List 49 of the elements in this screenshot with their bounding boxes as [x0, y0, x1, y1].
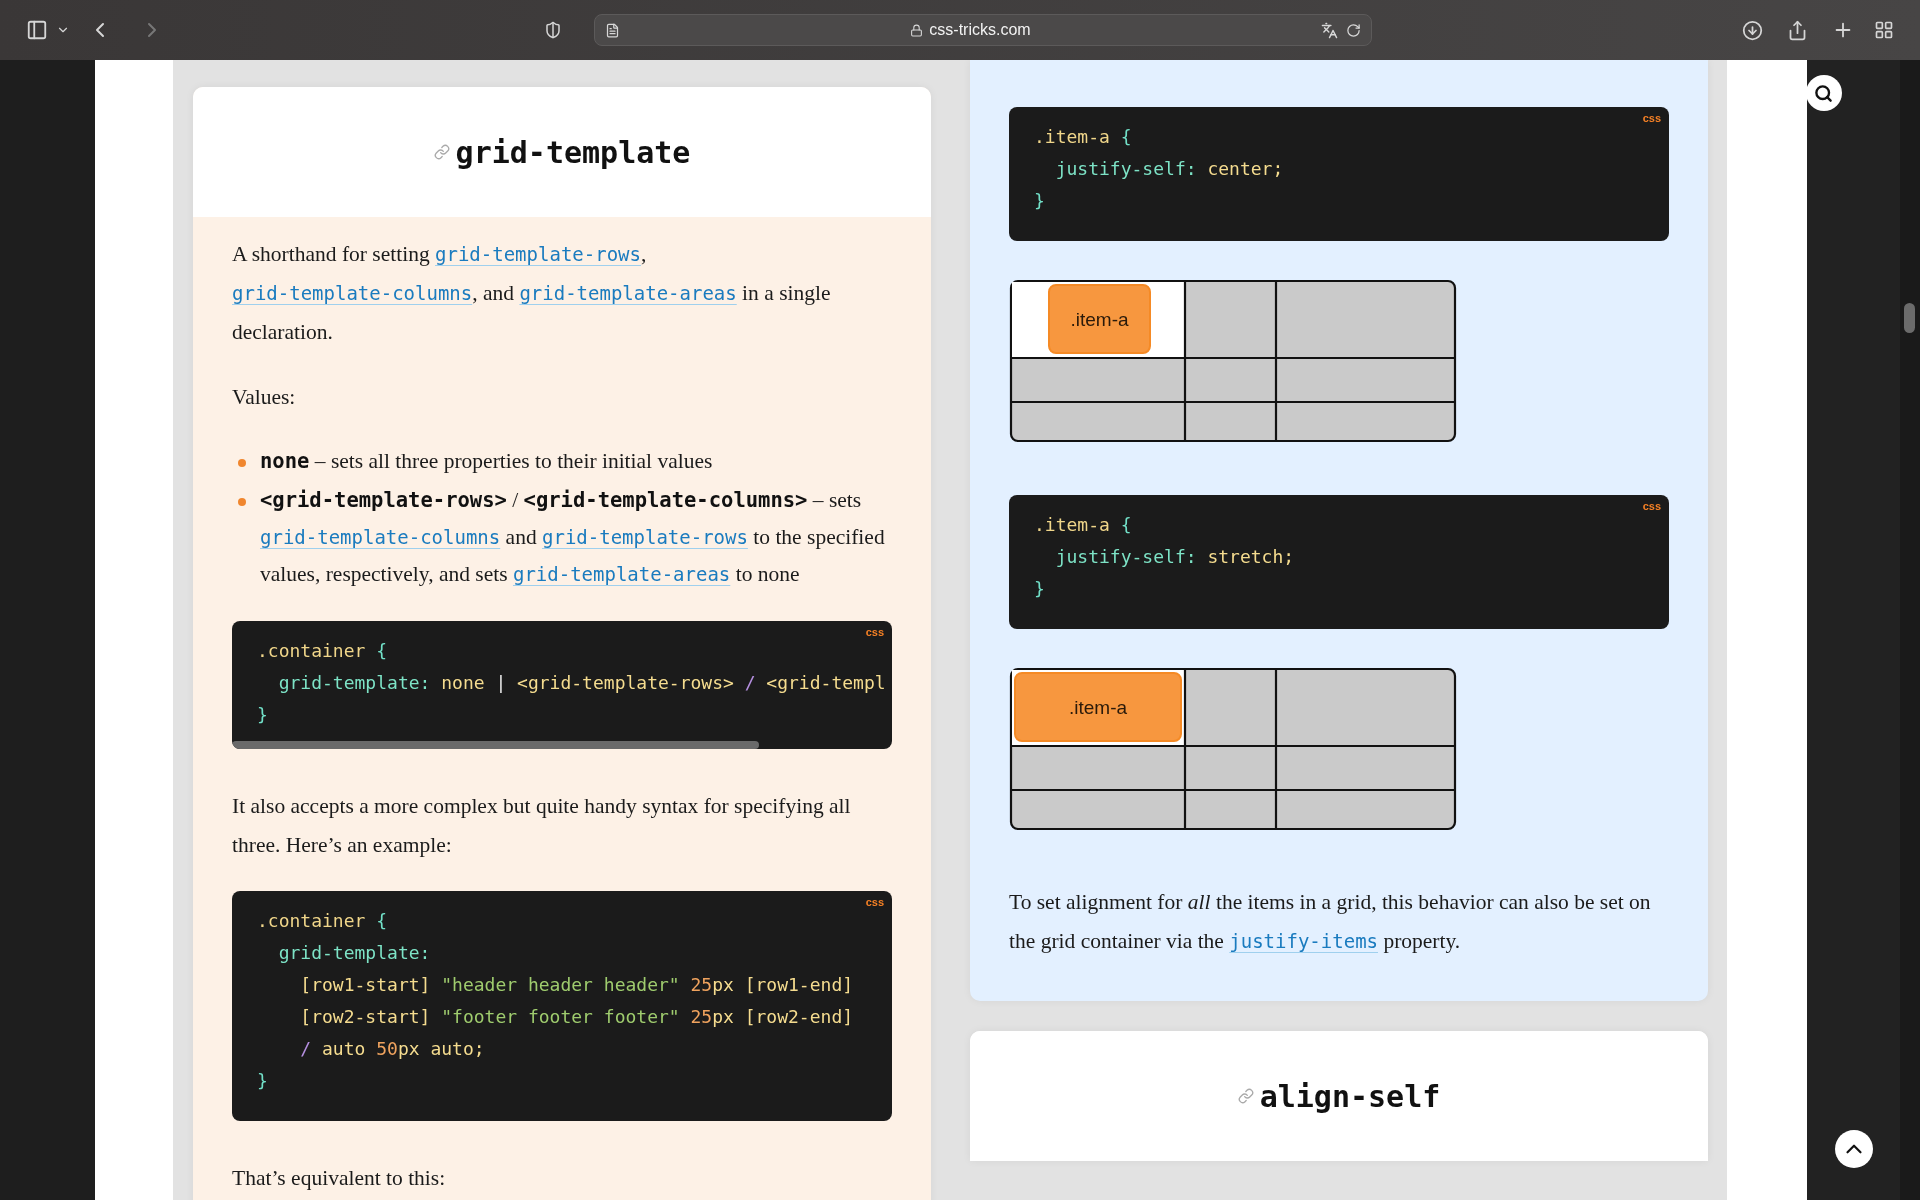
list-item-text: <grid-template-rows> / <grid-template-columns> – sets grid-template-columns and grid-template-rows to the specified values, respectively, and sets grid-template-areas to none	[260, 487, 886, 588]
code-line: grid-template:	[277, 941, 432, 965]
scrollbar[interactable]	[232, 741, 759, 749]
paragraph: Values:	[232, 384, 297, 411]
link[interactable]: grid-template-columns	[232, 282, 473, 304]
paragraph: It also accepts a more complex but quite handy syntax for specifying all three. Here’s an example:	[232, 793, 852, 859]
paragraph: That’s equivalent to this:	[232, 1165, 447, 1192]
section-title: align-self	[1259, 1078, 1441, 1114]
search-button[interactable]	[1805, 75, 1842, 111]
code-line: .item-a {	[1034, 125, 1133, 149]
code-line: [row1-start] "header header header" 25px [row1-end]	[299, 973, 855, 997]
link[interactable]: grid-template-rows	[435, 243, 641, 265]
language-label: css	[1642, 112, 1661, 124]
grid-item: .item-a	[1048, 284, 1151, 354]
bullet-icon	[238, 459, 246, 467]
link[interactable]: grid-template-areas	[519, 282, 737, 304]
search-icon	[1814, 83, 1833, 103]
lock-icon	[910, 23, 924, 37]
code-line: / auto 50px auto;	[299, 1037, 486, 1061]
code-line: justify-self: center;	[1054, 157, 1285, 181]
code-line: justify-self: stretch;	[1054, 545, 1296, 569]
reader-icon[interactable]	[605, 22, 620, 38]
language-label: css	[865, 626, 884, 638]
code-line: grid-template: none | <grid-template-rows> / <grid-templ	[277, 671, 887, 695]
code-line: .item-a {	[1034, 513, 1133, 537]
reload-icon[interactable]	[1346, 22, 1361, 38]
translate-icon[interactable]	[1321, 21, 1338, 39]
link[interactable]: justify-items	[1229, 930, 1378, 952]
section-title: grid-template	[455, 134, 691, 170]
scrollbar-thumb[interactable]	[1904, 303, 1915, 333]
code-line: }	[1034, 189, 1046, 213]
code-line: }	[1034, 577, 1046, 601]
link[interactable]: grid-template-areas	[512, 563, 731, 585]
language-label: css	[1642, 500, 1661, 512]
link[interactable]: grid-template-columns	[260, 526, 501, 548]
code-line: [row2-start] "footer footer footer" 25px [row2-end]	[299, 1005, 855, 1029]
paragraph: A shorthand for setting grid-template-rows, grid-template-columns, and grid-template-areas in a single declaration.	[232, 241, 832, 346]
grid-item: .item-a	[1014, 672, 1182, 742]
list-item-text: none – sets all three properties to their initial values	[260, 448, 713, 475]
back-to-top-button[interactable]	[1834, 1130, 1873, 1168]
bullet-icon	[238, 498, 246, 506]
link[interactable]: grid-template-rows	[542, 526, 748, 548]
address-bar[interactable]: css-tricks.com	[594, 14, 1372, 46]
code-line: }	[257, 703, 269, 727]
language-label: css	[865, 896, 884, 908]
paragraph: To set alignment for all the items in a grid, this behavior can also be set on the grid container via the justify-items property.	[1009, 889, 1652, 955]
code-line: .container {	[257, 909, 389, 933]
code-line: .container {	[257, 639, 389, 663]
code-line: }	[257, 1069, 269, 1093]
